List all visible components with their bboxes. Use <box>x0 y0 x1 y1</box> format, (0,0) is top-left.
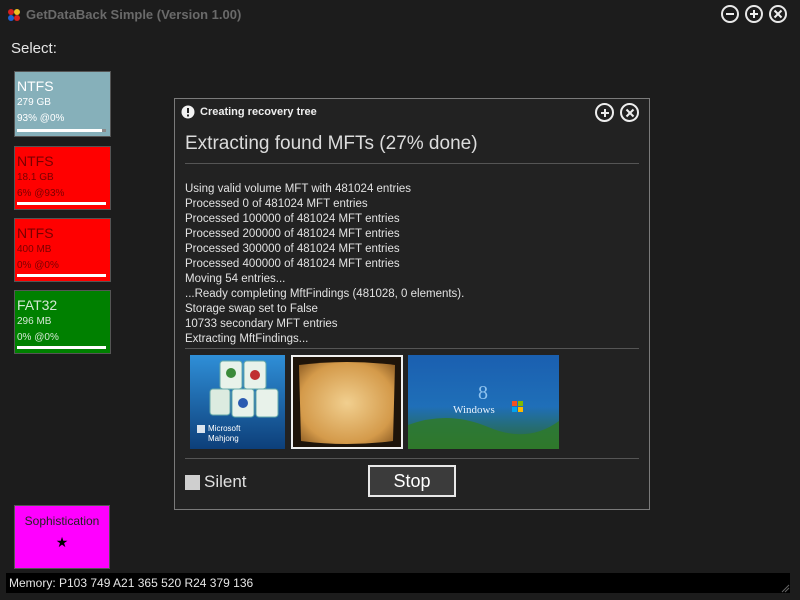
drive-progress-bar <box>17 346 106 349</box>
log-line: Storage swap set to False <box>185 303 318 315</box>
drive-size: 400 MB <box>17 244 52 255</box>
drive-size: 279 GB <box>17 97 51 108</box>
thumbnail-parchment <box>291 355 403 449</box>
close-icon <box>625 108 634 117</box>
drive-tile-1[interactable]: NTFS 279 GB 93% @0% <box>14 71 111 137</box>
status-bar: Memory: P103 749 A21 365 520 R24 379 136 <box>6 573 790 593</box>
close-icon <box>773 9 783 19</box>
plus-icon <box>600 108 609 117</box>
windows8-image: 8 Windows <box>408 355 559 449</box>
drive-progress: 0% @0% <box>17 332 59 343</box>
memory-status: Memory: P103 749 A21 365 520 R24 379 136 <box>9 576 254 590</box>
log-line: ...Ready completing MftFindings (481028,… <box>185 288 465 300</box>
drive-progress-fill <box>17 129 102 132</box>
sophistication-label: Sophistication <box>24 514 100 528</box>
mahjong-image: Microsoft Mahjong <box>190 355 285 449</box>
dialog-expand-button[interactable] <box>595 103 614 122</box>
star-icon: ★ <box>55 534 69 550</box>
stop-button[interactable]: Stop <box>368 465 456 497</box>
silent-label[interactable]: Silent <box>204 472 247 492</box>
drive-fs: FAT32 <box>17 297 58 313</box>
drive-progress-bar <box>17 202 106 205</box>
select-label: Select: <box>11 40 57 57</box>
divider <box>185 458 639 459</box>
drive-size: 18.1 GB <box>17 172 54 183</box>
thumbnail-windows8: 8 Windows <box>408 355 559 449</box>
maximize-button[interactable] <box>745 5 763 23</box>
dialog-heading: Extracting found MFTs (27% done) <box>185 133 478 154</box>
drive-progress-bar <box>17 129 106 132</box>
app-title: GetDataBack Simple (Version 1.00) <box>26 7 242 22</box>
app-logo-icon <box>8 9 20 21</box>
log-line: Processed 400000 of 481024 MFT entries <box>185 258 400 270</box>
divider <box>185 163 639 164</box>
thumbnail-caption: Mahjong <box>208 434 239 443</box>
drive-tile-2[interactable]: NTFS 18.1 GB 6% @93% <box>14 146 111 210</box>
drive-fs: NTFS <box>17 153 54 169</box>
log-line: Processed 200000 of 481024 MFT entries <box>185 228 400 240</box>
parchment-image <box>293 357 401 447</box>
drive-progress-bar <box>17 274 106 277</box>
log-line: Processed 0 of 481024 MFT entries <box>185 198 368 210</box>
log-line: Moving 54 entries... <box>185 273 286 285</box>
minimize-button[interactable] <box>721 5 739 23</box>
info-icon <box>181 105 195 119</box>
thumbnail-caption: Windows <box>453 404 495 416</box>
title-bar: GetDataBack Simple (Version 1.00) <box>0 0 800 30</box>
log-line: Processed 100000 of 481024 MFT entries <box>185 213 400 225</box>
drive-progress-fill <box>17 202 106 205</box>
thumbnail-mahjong: Microsoft Mahjong <box>190 355 285 449</box>
drive-tile-3[interactable]: NTFS 400 MB 0% @0% <box>14 218 111 282</box>
dialog-close-button[interactable] <box>620 103 639 122</box>
dialog-title: Creating recovery tree <box>200 106 317 118</box>
thumbnail-caption: 8 <box>478 382 488 404</box>
minus-icon <box>726 13 734 15</box>
drive-fs: NTFS <box>17 78 54 94</box>
progress-log: Using valid volume MFT with 481024 entri… <box>185 182 639 347</box>
drive-tile-4[interactable]: FAT32 296 MB 0% @0% <box>14 290 111 354</box>
recovery-dialog: Creating recovery tree Extracting found … <box>174 98 650 510</box>
drive-progress: 93% @0% <box>17 113 65 124</box>
sophistication-button[interactable]: Sophistication ★ <box>14 505 110 569</box>
thumbnail-caption: Microsoft <box>208 424 241 433</box>
drive-size: 296 MB <box>17 316 52 327</box>
log-line: 10733 secondary MFT entries <box>185 318 338 330</box>
log-line: Processed 300000 of 481024 MFT entries <box>185 243 400 255</box>
divider <box>185 348 639 349</box>
drive-progress: 6% @93% <box>17 188 65 199</box>
silent-checkbox[interactable] <box>185 475 200 490</box>
resize-grip-icon[interactable] <box>781 584 790 593</box>
drive-fs: NTFS <box>17 225 54 241</box>
plus-icon <box>750 10 758 18</box>
log-line: Extracting MftFindings... <box>185 333 309 345</box>
log-line: Using valid volume MFT with 481024 entri… <box>185 183 412 195</box>
drive-progress-fill <box>17 274 106 277</box>
drive-progress-fill <box>17 346 106 349</box>
close-button[interactable] <box>769 5 787 23</box>
drive-progress: 0% @0% <box>17 260 59 271</box>
